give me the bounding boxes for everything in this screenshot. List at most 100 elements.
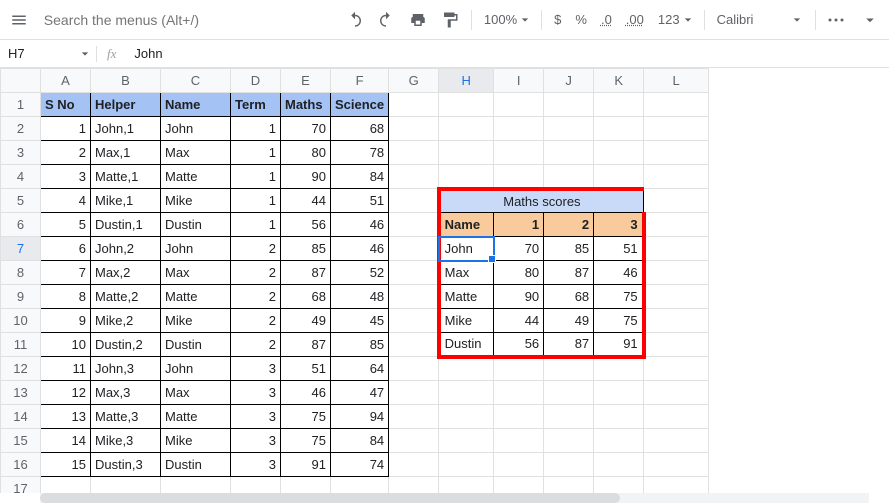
cell-D8[interactable]: 2 <box>231 261 281 285</box>
row-header-8[interactable]: 8 <box>1 261 41 285</box>
cell-B11[interactable]: Dustin,2 <box>91 333 161 357</box>
paint-format-button[interactable] <box>435 5 465 35</box>
cell-G13[interactable] <box>389 381 439 405</box>
cell-B6[interactable]: Dustin,1 <box>91 213 161 237</box>
cell-C17[interactable] <box>161 477 231 494</box>
cell-H8[interactable]: Max <box>439 261 494 285</box>
col-header-H[interactable]: H <box>439 69 494 93</box>
cell-E9[interactable]: 68 <box>281 285 331 309</box>
redo-button[interactable] <box>372 5 402 35</box>
cell-G16[interactable] <box>389 453 439 477</box>
cell-F16[interactable]: 74 <box>331 453 389 477</box>
cell-J3[interactable] <box>544 141 594 165</box>
cell-G4[interactable] <box>389 165 439 189</box>
cell-B8[interactable]: Max,2 <box>91 261 161 285</box>
cell-G2[interactable] <box>389 117 439 141</box>
cell-G10[interactable] <box>389 309 439 333</box>
cell-K8[interactable]: 46 <box>594 261 644 285</box>
cell-J12[interactable] <box>544 357 594 381</box>
cell-I1[interactable] <box>494 93 544 117</box>
cell-J16[interactable] <box>544 453 594 477</box>
cell-A1[interactable]: S No <box>41 93 91 117</box>
cell-I14[interactable] <box>494 405 544 429</box>
cell-D2[interactable]: 1 <box>231 117 281 141</box>
cell-C3[interactable]: Max <box>161 141 231 165</box>
cell-F12[interactable]: 64 <box>331 357 389 381</box>
cell-F17[interactable] <box>331 477 389 494</box>
cell-F2[interactable]: 68 <box>331 117 389 141</box>
grid-area[interactable]: ABCDEFGHIJKL1S NoHelperNameTermMathsScie… <box>0 68 889 493</box>
cell-K7[interactable]: 51 <box>594 237 644 261</box>
cell-H14[interactable] <box>439 405 494 429</box>
cell-A7[interactable]: 6 <box>41 237 91 261</box>
cell-I8[interactable]: 80 <box>494 261 544 285</box>
cell-C9[interactable]: Matte <box>161 285 231 309</box>
cell-E13[interactable]: 46 <box>281 381 331 405</box>
cell-H6[interactable]: Name <box>439 213 494 237</box>
cell-H16[interactable] <box>439 453 494 477</box>
cell-D4[interactable]: 1 <box>231 165 281 189</box>
cell-D9[interactable]: 2 <box>231 285 281 309</box>
cell-H11[interactable]: Dustin <box>439 333 494 357</box>
cell-E1[interactable]: Maths <box>281 93 331 117</box>
cell-H5[interactable]: Maths scores <box>439 189 644 213</box>
cell-C1[interactable]: Name <box>161 93 231 117</box>
name-box-dropdown[interactable] <box>78 50 92 58</box>
cell-D3[interactable]: 1 <box>231 141 281 165</box>
cell-B16[interactable]: Dustin,3 <box>91 453 161 477</box>
row-header-11[interactable]: 11 <box>1 333 41 357</box>
cell-L15[interactable] <box>644 429 709 453</box>
cell-C6[interactable]: Dustin <box>161 213 231 237</box>
cell-B5[interactable]: Mike,1 <box>91 189 161 213</box>
cell-L14[interactable] <box>644 405 709 429</box>
cell-A11[interactable]: 10 <box>41 333 91 357</box>
cell-E7[interactable]: 85 <box>281 237 331 261</box>
cell-K17[interactable] <box>594 477 644 494</box>
cell-D16[interactable]: 3 <box>231 453 281 477</box>
cell-G14[interactable] <box>389 405 439 429</box>
cell-G15[interactable] <box>389 429 439 453</box>
col-header-A[interactable]: A <box>41 69 91 93</box>
col-header-E[interactable]: E <box>281 69 331 93</box>
cell-K1[interactable] <box>594 93 644 117</box>
cell-K12[interactable] <box>594 357 644 381</box>
cell-K16[interactable] <box>594 453 644 477</box>
search-menus-input[interactable] <box>36 6 236 34</box>
cell-A6[interactable]: 5 <box>41 213 91 237</box>
cell-C13[interactable]: Max <box>161 381 231 405</box>
cell-C15[interactable]: Mike <box>161 429 231 453</box>
cell-B17[interactable] <box>91 477 161 494</box>
cell-C8[interactable]: Max <box>161 261 231 285</box>
cell-L2[interactable] <box>644 117 709 141</box>
row-header-1[interactable]: 1 <box>1 93 41 117</box>
row-header-3[interactable]: 3 <box>1 141 41 165</box>
cell-E8[interactable]: 87 <box>281 261 331 285</box>
cell-B7[interactable]: John,2 <box>91 237 161 261</box>
row-header-9[interactable]: 9 <box>1 285 41 309</box>
cell-A10[interactable]: 9 <box>41 309 91 333</box>
cell-J9[interactable]: 68 <box>544 285 594 309</box>
cell-D7[interactable]: 2 <box>231 237 281 261</box>
cell-J2[interactable] <box>544 117 594 141</box>
cell-L9[interactable] <box>644 285 709 309</box>
cell-L16[interactable] <box>644 453 709 477</box>
cell-A3[interactable]: 2 <box>41 141 91 165</box>
cell-G7[interactable] <box>389 237 439 261</box>
cell-I12[interactable] <box>494 357 544 381</box>
cell-E3[interactable]: 80 <box>281 141 331 165</box>
cell-G6[interactable] <box>389 213 439 237</box>
cell-J14[interactable] <box>544 405 594 429</box>
cell-K6[interactable]: 3 <box>594 213 644 237</box>
print-button[interactable] <box>403 5 433 35</box>
cell-E16[interactable]: 91 <box>281 453 331 477</box>
cell-L8[interactable] <box>644 261 709 285</box>
cell-B3[interactable]: Max,1 <box>91 141 161 165</box>
cell-H1[interactable] <box>439 93 494 117</box>
cell-I6[interactable]: 1 <box>494 213 544 237</box>
row-header-16[interactable]: 16 <box>1 453 41 477</box>
collapse-button[interactable] <box>855 5 885 35</box>
col-header-C[interactable]: C <box>161 69 231 93</box>
cell-D10[interactable]: 2 <box>231 309 281 333</box>
cell-B13[interactable]: Max,3 <box>91 381 161 405</box>
cell-I9[interactable]: 90 <box>494 285 544 309</box>
